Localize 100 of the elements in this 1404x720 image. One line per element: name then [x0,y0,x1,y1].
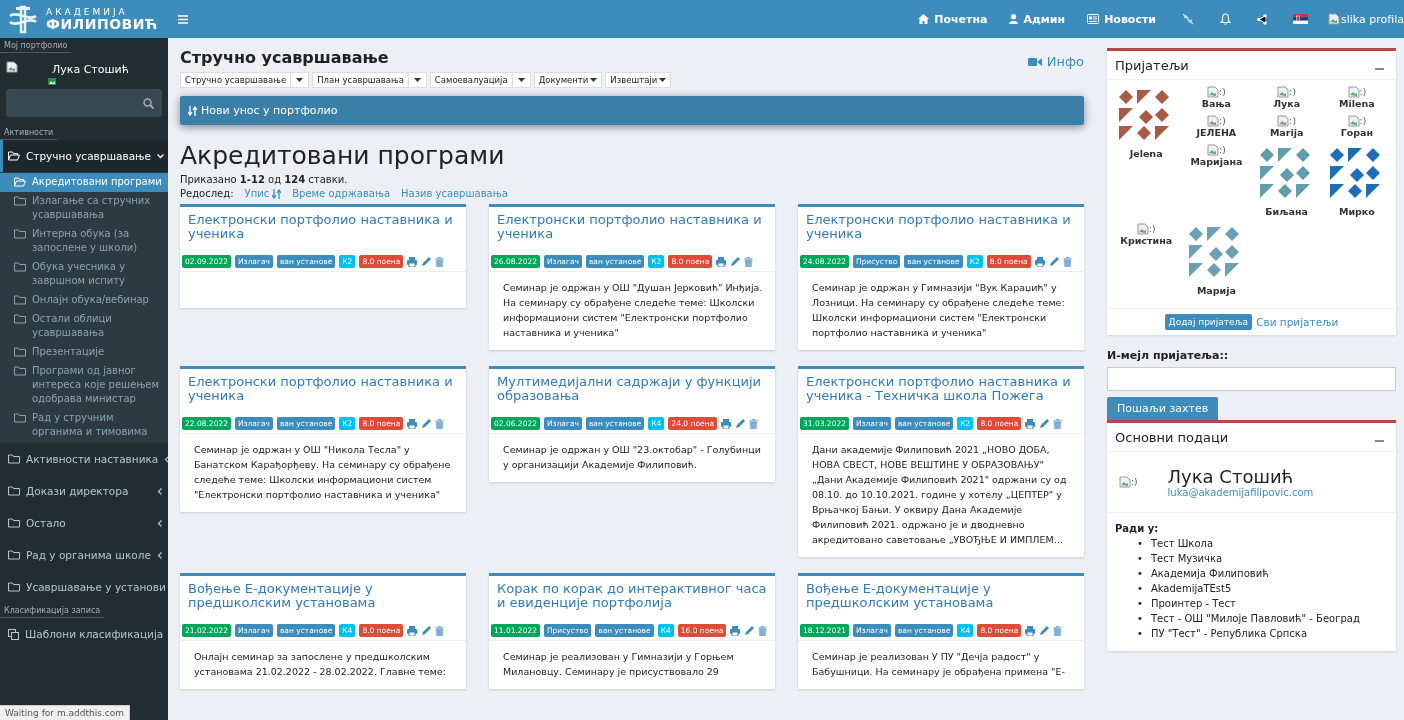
trash-icon[interactable] [1053,625,1063,636]
nav-link[interactable]: Новости [1087,12,1156,26]
menu-item[interactable]: Стручно усавршавање [0,140,168,172]
card-title-link[interactable]: Електронски портфолио наставника и ученика [180,369,466,413]
pencil-icon[interactable] [421,625,432,636]
dropdown-toggle[interactable] [291,72,310,88]
info-link[interactable]: Инфо [1027,54,1084,69]
caret-icon [590,78,598,82]
logo-icon [6,4,40,34]
pencil-icon[interactable] [421,418,432,429]
send-request-button[interactable]: Пошаљи захтев [1107,397,1219,420]
bell-icon[interactable] [1220,13,1231,25]
friend-name[interactable]: Биљана [1265,206,1308,217]
newspaper-icon [1087,14,1100,24]
menu-item[interactable]: Остало [0,507,168,539]
card-title-link[interactable]: Електронски портфолио наставника и ученика [180,207,466,251]
friend-name[interactable]: Маријана [1190,156,1243,167]
print-icon[interactable] [1034,256,1045,267]
card-title-link[interactable]: Електронски портфолио наставника и ученика - Техничка школа Пожега [798,369,1084,413]
friend-name[interactable]: Мирко [1338,206,1375,217]
dropdown-button[interactable]: Самоевалуација [429,72,513,88]
image-alt-text: :) [1289,116,1296,126]
sort-link[interactable]: Упис [244,188,282,199]
pencil-icon[interactable] [1039,418,1050,429]
card-description: Семинар је реализован У ПУ "Дечја радост" у Бабушници. На семинару је обрађена примена "Е- [811,650,1066,679]
dropdown-button[interactable]: Стручно усавршавање [180,72,292,88]
nav-link[interactable]: Почетна [918,12,988,26]
trash-icon[interactable] [1062,256,1072,267]
submenu-item[interactable]: Остали облици усавршавања [0,310,168,343]
friend-name[interactable]: Вања [1201,98,1231,109]
friend-name[interactable]: Марија [1196,285,1236,296]
trash-icon[interactable] [744,256,754,267]
menu-item[interactable]: Докази директора [0,475,168,507]
all-friends-link[interactable]: Сви пријатељи [1256,316,1339,328]
friend-name[interactable]: Jelena [1129,148,1163,159]
menu-item[interactable]: Рад у органима школе [0,539,168,571]
friend-name[interactable]: Marija [1269,127,1304,138]
submenu-item[interactable]: Обука учесника у завршном испиту [0,258,168,291]
print-icon[interactable] [730,625,741,636]
trash-icon[interactable] [749,418,759,429]
email-field[interactable] [1107,367,1396,391]
trash-icon[interactable] [435,625,445,636]
submenu-item[interactable]: Рад у стручним органима и тимовима [0,409,168,442]
pencil-icon[interactable] [1039,625,1050,636]
submenu-item[interactable]: Интерна обука (за запослене у школи) [0,225,168,258]
list-item: Тест Школа [1150,537,1214,551]
friend-name[interactable]: Лука [1273,98,1301,109]
submenu-item[interactable]: Акредитовани програми [0,173,168,192]
print-icon[interactable] [716,256,727,267]
menu-item[interactable]: Шаблони класификација [0,618,168,650]
card-title-link[interactable]: Електронски портфолио наставника и ученика [489,207,775,251]
trash-icon[interactable] [435,256,445,267]
user-name: Лука Стошић [52,63,129,76]
friend-name[interactable]: ЈЕЛЕНА [1196,127,1237,138]
pencil-icon[interactable] [1048,256,1059,267]
submenu-item[interactable]: Презентације [0,343,168,362]
card-title-link[interactable]: Мултимедијални садржаји у функцији образовања [489,369,775,413]
card-title-link[interactable]: Корак по корак до интерактивног часа и евиденције портфолија [489,576,775,620]
card-title-link[interactable]: Вођење Е-документације у предшколским установама [180,576,466,620]
unlink-icon[interactable] [1182,13,1194,25]
card-title-link[interactable]: Вођење Е-документације у предшколским установама [798,576,1084,620]
print-icon[interactable] [721,418,732,429]
pencil-icon[interactable] [735,418,746,429]
friend-name[interactable]: Горан [1340,127,1374,138]
menu-item[interactable]: Активности наставника [0,443,168,475]
home-icon [918,14,930,24]
pencil-icon[interactable] [730,256,741,267]
pencil-icon[interactable] [421,256,432,267]
minus-icon [1375,68,1384,70]
share-icon[interactable] [1257,13,1267,25]
list-item: Проинтер - Тест [1150,597,1236,611]
dropdown-button[interactable]: Извештаји [605,72,672,88]
friend-name[interactable]: Кристина [1120,235,1173,246]
submenu-item[interactable]: Онлајн обука/вебинар [0,291,168,310]
flag-icon[interactable] [1293,14,1308,24]
nav-link[interactable]: Админ [1009,12,1066,26]
print-icon[interactable] [1025,418,1036,429]
card-title-link[interactable]: Електронски портфолио наставника и ученика [798,207,1084,251]
trash-icon[interactable] [435,418,445,429]
new-entry-button[interactable]: Нови унос у портфолио [180,96,1084,125]
email-link[interactable]: luka@akademijafilipovic.com [1167,487,1314,498]
menu-item[interactable]: Усавршавање у установи [0,571,168,603]
dropdown-button[interactable]: Документи [533,72,603,88]
list-item: Тест Музичка [1150,552,1223,566]
add-friend-button[interactable]: Додај пријатеља [1164,314,1253,330]
search-icon [143,97,154,109]
sort-link[interactable]: Назив усавршавања [401,188,508,199]
submenu-item[interactable]: Излагање са стручних усавршавања [0,192,168,225]
print-icon[interactable] [407,625,418,636]
pencil-icon[interactable] [744,625,755,636]
dropdown-button[interactable]: План усавршавања [312,72,409,88]
friend-name[interactable]: Milena [1339,98,1375,109]
print-icon[interactable] [1025,625,1036,636]
print-icon[interactable] [407,418,418,429]
trash-icon[interactable] [758,625,768,636]
search-field[interactable] [6,89,162,117]
trash-icon[interactable] [1053,418,1063,429]
sort-link[interactable]: Време одржавања [292,188,391,199]
submenu-item[interactable]: Програми од јавног интереса које решењем одобрава министар [0,362,168,409]
print-icon[interactable] [407,256,418,267]
